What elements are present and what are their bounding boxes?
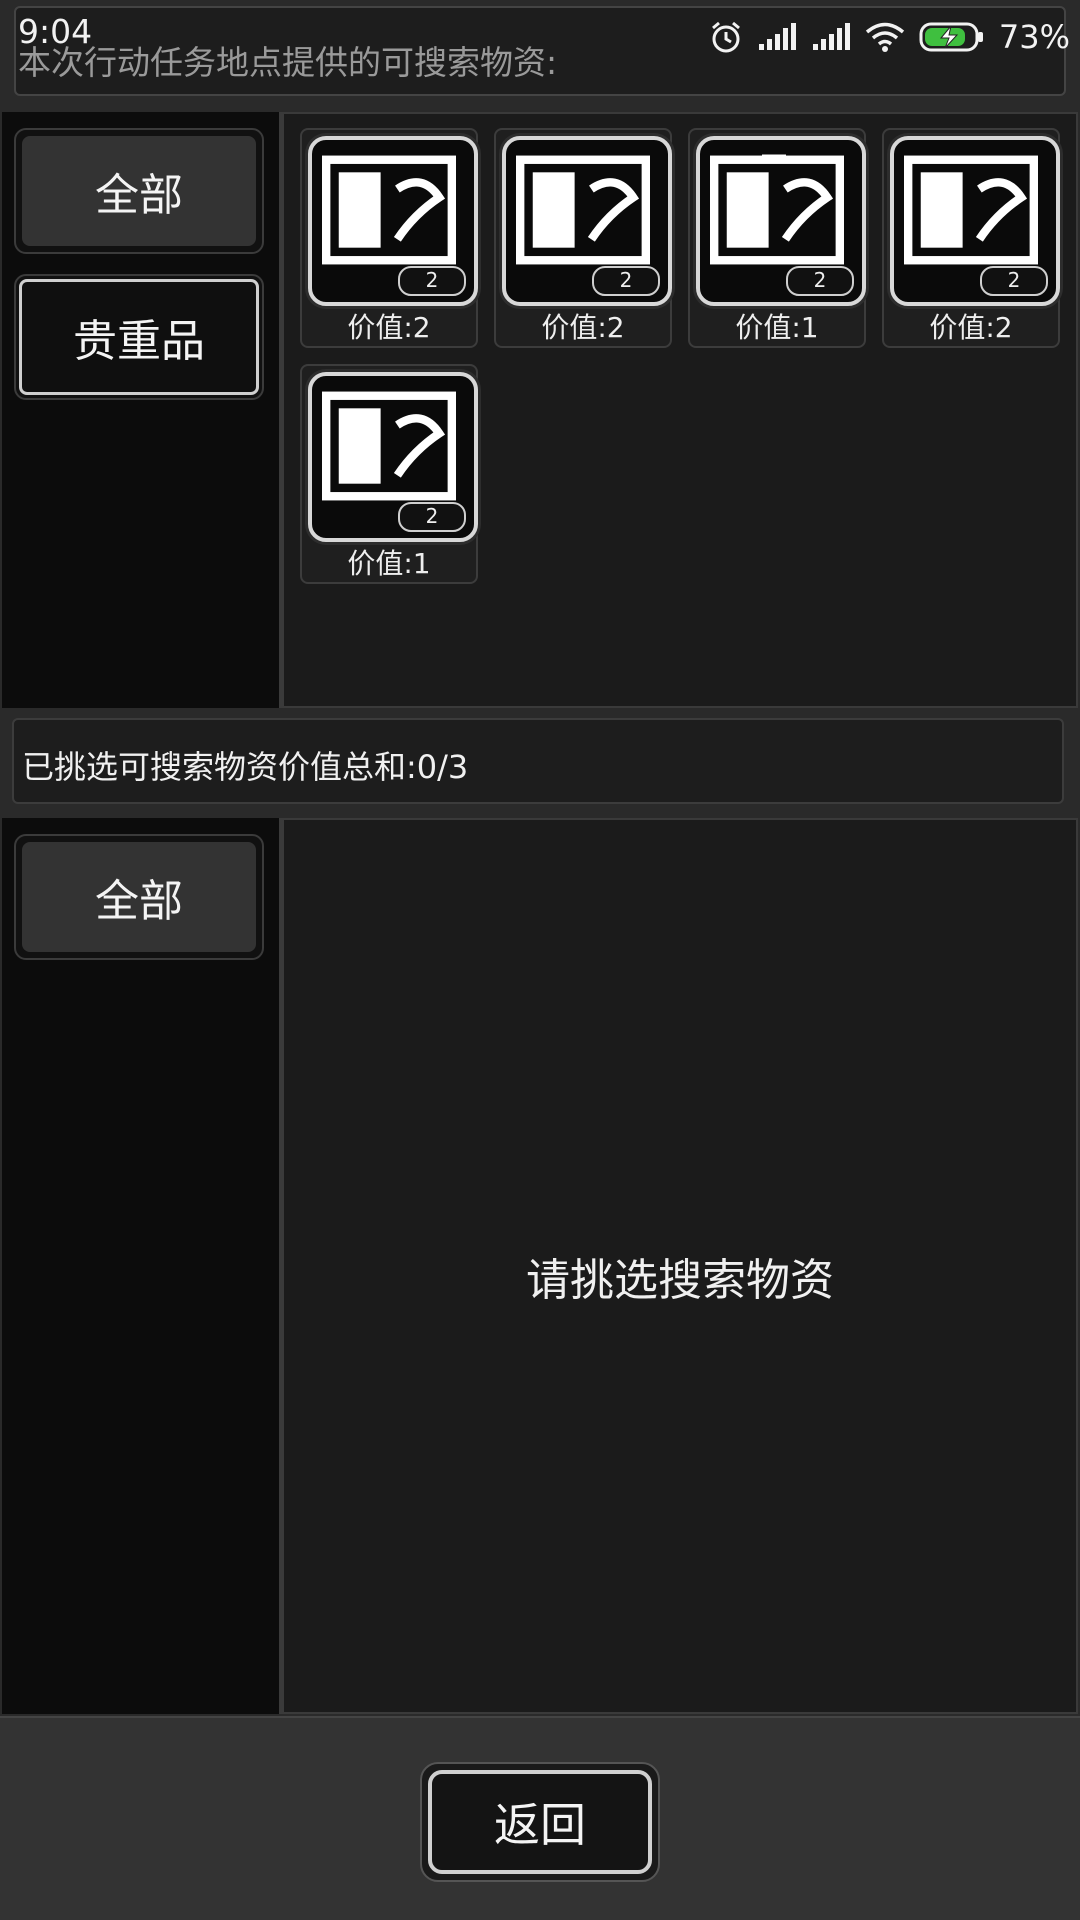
item-value: 价值:2 xyxy=(929,311,1013,344)
status-time: 9:04 xyxy=(18,12,93,51)
status-icons: 73% xyxy=(709,14,1070,60)
item-value: 价值:1 xyxy=(347,547,431,580)
category-tab-valuables-label: 贵重品 xyxy=(19,279,259,395)
battery-charging-icon xyxy=(919,22,983,52)
item-value: 价值:1 xyxy=(735,311,819,344)
category-tab-valuables[interactable]: 贵重品 xyxy=(14,274,264,400)
category-tab-all-label: 全部 xyxy=(22,136,256,246)
selected-category-tab-all[interactable]: 全部 xyxy=(14,834,264,960)
sensor-tag-icon xyxy=(904,155,1038,265)
item-quantity: 2 xyxy=(398,502,466,532)
signal-icon xyxy=(758,23,796,50)
selected-category-tab-all-label: 全部 xyxy=(22,842,256,952)
sensor-tag-icon xyxy=(710,155,844,265)
empty-selection-prompt: 请挑选搜索物资 xyxy=(526,1255,834,1306)
sensor-tag-icon xyxy=(322,391,456,501)
item-value: 价值:2 xyxy=(347,311,431,344)
sensor-tag-icon xyxy=(516,155,650,265)
wifi-icon xyxy=(865,22,904,52)
signal-icon xyxy=(812,23,850,50)
alarm-icon xyxy=(711,21,740,53)
item-card[interactable]: 2 价值:1 xyxy=(300,364,478,584)
header-title: 本次行动任务地点提供的可搜索物资: xyxy=(18,43,558,82)
item-quantity: 2 xyxy=(786,266,854,296)
sensor-tag-icon xyxy=(322,155,456,265)
item-card[interactable]: 2 价值:2 xyxy=(300,128,478,348)
battery-percent: 73% xyxy=(998,18,1070,56)
item-quantity: 2 xyxy=(592,266,660,296)
item-quantity: 2 xyxy=(980,266,1048,296)
item-card[interactable]: 2 价值:1 xyxy=(688,128,866,348)
back-button[interactable]: 返回 xyxy=(428,1770,652,1874)
item-card[interactable]: 2 价值:2 xyxy=(882,128,1060,348)
selected-total-text: 已挑选可搜索物资价值总和:0/3 xyxy=(22,748,469,786)
item-quantity: 2 xyxy=(398,266,466,296)
category-tab-all[interactable]: 全部 xyxy=(14,128,264,254)
item-value: 价值:2 xyxy=(541,311,625,344)
item-card[interactable]: 2 价值:2 xyxy=(494,128,672,348)
